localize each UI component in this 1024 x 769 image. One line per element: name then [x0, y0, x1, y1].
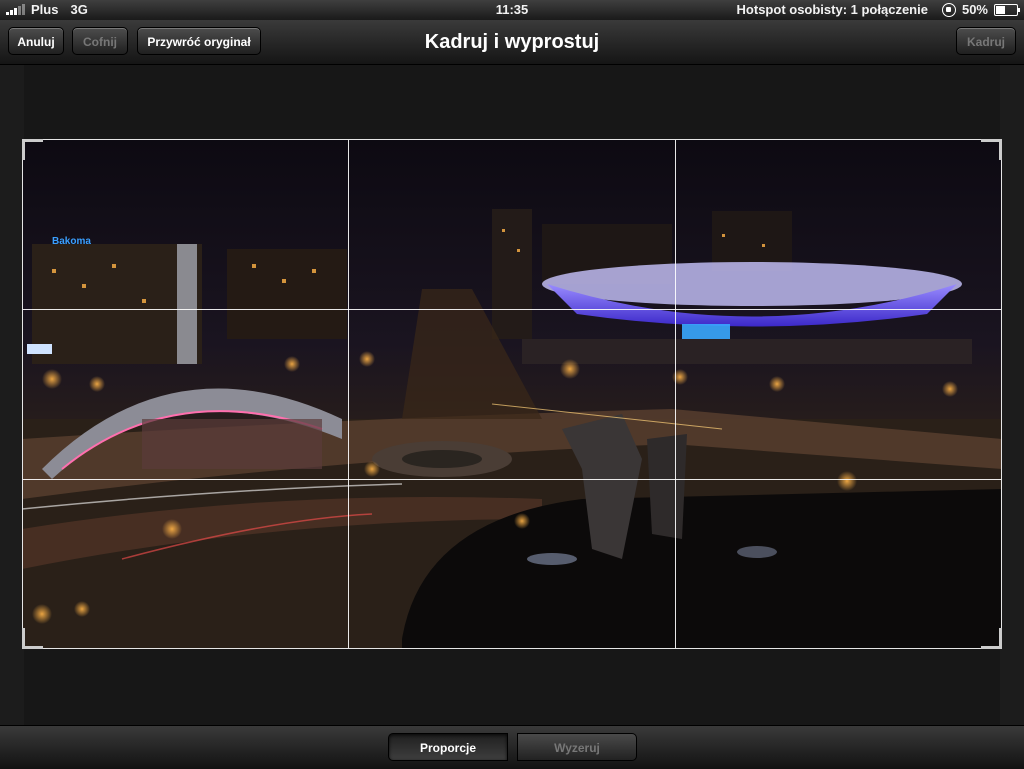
status-bar: Plus 3G 11:35 Hotspot osobisty: 1 połącz… — [0, 0, 1024, 20]
crop-area[interactable]: Bakoma — [22, 139, 1002, 649]
reset-button[interactable]: Wyzeruj — [517, 733, 637, 761]
hotspot-status: Hotspot osobisty: 1 połączenie — [736, 2, 928, 17]
rotation-lock-icon — [941, 2, 956, 17]
crop-handle-top-right[interactable] — [981, 139, 1002, 160]
crop-handle-bottom-left[interactable] — [22, 628, 43, 649]
crop-handle-top-left[interactable] — [22, 139, 43, 160]
status-right: Hotspot osobisty: 1 połączenie 50% — [736, 2, 1020, 17]
battery-percentage: 50% — [961, 2, 988, 17]
grid-line-vertical-2 — [675, 139, 676, 649]
svg-text:Bakoma: Bakoma — [52, 236, 91, 247]
grid-line-horizontal-1 — [22, 309, 1002, 310]
proportions-button[interactable]: Proporcje — [388, 733, 508, 761]
bottom-toolbar: Proporcje Wyzeruj — [0, 725, 1024, 769]
grid-line-horizontal-2 — [22, 479, 1002, 480]
page-title: Kadruj i wyprostuj — [424, 31, 600, 53]
crop-handle-bottom-right[interactable] — [981, 628, 1002, 649]
grid-line-vertical-1 — [348, 139, 349, 649]
battery-icon — [994, 3, 1020, 16]
night-city-photo: Bakoma — [22, 139, 1002, 649]
